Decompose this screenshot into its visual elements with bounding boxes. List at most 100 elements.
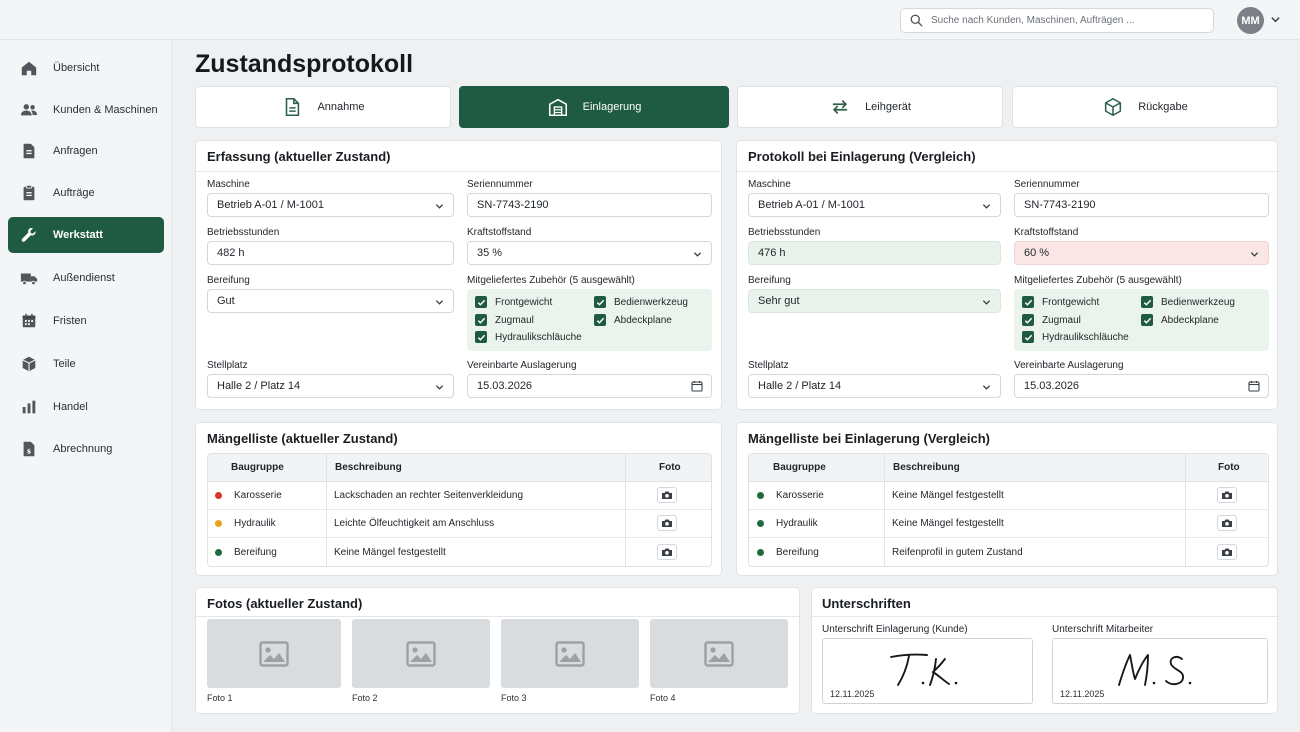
auslagerung-date-field[interactable]: 15.03.2026 bbox=[467, 374, 712, 398]
stellplatz-label: Stellplatz bbox=[748, 360, 789, 371]
auslagerung-date-field[interactable]: 15.03.2026 bbox=[1014, 374, 1269, 398]
signature-pad-employee[interactable]: 12.11.2025 bbox=[1052, 638, 1268, 704]
sidebar-item-aussendienst[interactable]: Außendienst bbox=[8, 260, 164, 296]
status-dot bbox=[215, 549, 222, 556]
page-title: Zustandsprotokoll bbox=[195, 50, 414, 78]
checkbox-hydraulikschlaeuche[interactable]: Hydraulikschläuche bbox=[475, 331, 582, 343]
sidebar-item-anfragen[interactable]: Anfragen bbox=[8, 133, 164, 169]
sidebar-item-abrechnung[interactable]: $ Abrechnung bbox=[8, 431, 164, 467]
home-icon bbox=[21, 61, 37, 76]
bereifung-select[interactable]: Sehr gut bbox=[748, 289, 1001, 313]
chevron-down-icon bbox=[435, 385, 444, 390]
checkbox-hydraulikschlaeuche[interactable]: Hydraulikschläuche bbox=[1022, 331, 1129, 343]
sidebar-item-uebersicht[interactable]: Übersicht bbox=[8, 50, 164, 86]
sidebar-item-kunden[interactable]: Kunden & Maschinen bbox=[8, 92, 164, 128]
sidebar-item-werkstatt[interactable]: Werkstatt bbox=[8, 217, 164, 253]
seriennummer-field[interactable]: SN-7743-2190 bbox=[1014, 193, 1269, 217]
photo-thumbnail[interactable] bbox=[501, 619, 639, 688]
checkbox-abdeckplane[interactable]: Abdeckplane bbox=[594, 314, 672, 326]
checkbox-zugmaul[interactable]: Zugmaul bbox=[1022, 314, 1081, 326]
table-row[interactable]: Hydraulik Keine Mängel festgestellt bbox=[749, 510, 1268, 538]
defects-table: Baugruppe Beschreibung Foto Karosserie K… bbox=[748, 453, 1269, 567]
checkbox-bedienwerkzeug[interactable]: Bedienwerkzeug bbox=[594, 296, 688, 308]
checkbox-check-icon bbox=[1022, 314, 1034, 326]
camera-icon[interactable] bbox=[1217, 544, 1237, 560]
checkbox-bedienwerkzeug[interactable]: Bedienwerkzeug bbox=[1141, 296, 1235, 308]
photo-caption: Foto 1 bbox=[207, 693, 233, 703]
swap-icon bbox=[832, 100, 848, 114]
column-header: Foto bbox=[1218, 462, 1240, 473]
table-row[interactable]: Hydraulik Leichte Ölfeuchtigkeit am Ansc… bbox=[208, 510, 711, 538]
search-input[interactable]: Suche nach Kunden, Maschinen, Aufträgen … bbox=[900, 8, 1214, 33]
tab-label: Annahme bbox=[317, 101, 365, 113]
zubehoer-checkbox-group: Frontgewicht Bedienwerkzeug Zugmaul Abde… bbox=[1014, 289, 1269, 351]
sidebar-item-handel[interactable]: Handel bbox=[8, 389, 164, 425]
checkbox-abdeckplane[interactable]: Abdeckplane bbox=[1141, 314, 1219, 326]
betriebsstunden-field[interactable]: 482 h bbox=[207, 241, 454, 265]
camera-icon[interactable] bbox=[657, 487, 677, 503]
document-icon bbox=[286, 97, 300, 117]
tab-annahme[interactable]: Annahme bbox=[195, 86, 451, 128]
user-avatar[interactable]: MM bbox=[1237, 7, 1264, 34]
photo-thumbnail[interactable] bbox=[207, 619, 341, 688]
signature-pad-customer[interactable]: 12.11.2025 bbox=[822, 638, 1033, 704]
sidebar-item-label: Handel bbox=[53, 401, 88, 413]
stellplatz-label: Stellplatz bbox=[207, 360, 248, 371]
panel-title: Fotos (aktueller Zustand) bbox=[207, 596, 363, 611]
column-header: Foto bbox=[659, 462, 681, 473]
panel-title: Unterschriften bbox=[822, 596, 911, 611]
checkbox-check-icon bbox=[594, 314, 606, 326]
betriebsstunden-field[interactable]: 476 h bbox=[748, 241, 1001, 265]
kraftstoff-label: Kraftstoffstand bbox=[467, 227, 532, 238]
chevron-down-icon[interactable] bbox=[1270, 14, 1281, 25]
calendar-icon[interactable] bbox=[1248, 380, 1260, 392]
table-row[interactable]: Karosserie Lackschaden an rechter Seiten… bbox=[208, 482, 711, 510]
sidebar-item-auftraege[interactable]: Aufträge bbox=[8, 175, 164, 211]
signature-employee-drawing bbox=[1118, 654, 1192, 686]
calendar-icon bbox=[22, 313, 36, 328]
auslagerung-label: Vereinbarte Auslagerung bbox=[1014, 360, 1124, 371]
sidebar-item-fristen[interactable]: Fristen bbox=[8, 303, 164, 339]
tab-rueckgabe[interactable]: Rückgabe bbox=[1012, 86, 1278, 128]
tab-leihgeraet[interactable]: Leihgerät bbox=[737, 86, 1003, 128]
table-row[interactable]: Bereifung Reifenprofil in gutem Zustand bbox=[749, 539, 1268, 566]
image-placeholder-icon bbox=[406, 640, 436, 667]
tab-einlagerung[interactable]: Einlagerung bbox=[459, 86, 729, 128]
bereifung-label: Bereifung bbox=[748, 275, 791, 286]
camera-icon[interactable] bbox=[657, 515, 677, 531]
checkbox-zugmaul[interactable]: Zugmaul bbox=[475, 314, 534, 326]
panel-title: Mängelliste (aktueller Zustand) bbox=[207, 431, 398, 446]
maschine-select[interactable]: Betrieb A-01 / M-1001 bbox=[207, 193, 454, 217]
stellplatz-select[interactable]: Halle 2 / Platz 14 bbox=[207, 374, 454, 398]
seriennummer-field[interactable]: SN-7743-2190 bbox=[467, 193, 712, 217]
kraftstoff-select[interactable]: 35 % bbox=[467, 241, 712, 265]
checkbox-frontgewicht[interactable]: Frontgewicht bbox=[475, 296, 552, 308]
chevron-down-icon bbox=[982, 204, 991, 209]
sidebar-item-label: Aufträge bbox=[53, 187, 95, 199]
camera-icon[interactable] bbox=[1217, 515, 1237, 531]
checkbox-check-icon bbox=[475, 314, 487, 326]
table-row[interactable]: Bereifung Keine Mängel festgestellt bbox=[208, 539, 711, 566]
table-row[interactable]: Karosserie Keine Mängel festgestellt bbox=[749, 482, 1268, 510]
sidebar-item-label: Werkstatt bbox=[53, 229, 103, 241]
bereifung-select[interactable]: Gut bbox=[207, 289, 454, 313]
photo-thumbnail[interactable] bbox=[650, 619, 788, 688]
zubehoer-label: Mitgeliefertes Zubehör (5 ausgewählt) bbox=[1014, 275, 1182, 286]
photo-caption: Foto 3 bbox=[501, 693, 527, 703]
camera-icon[interactable] bbox=[1217, 487, 1237, 503]
calendar-icon[interactable] bbox=[691, 380, 703, 392]
column-header: Beschreibung bbox=[893, 462, 960, 473]
maschine-select[interactable]: Betrieb A-01 / M-1001 bbox=[748, 193, 1001, 217]
checkbox-frontgewicht[interactable]: Frontgewicht bbox=[1022, 296, 1099, 308]
sidebar-item-label: Anfragen bbox=[53, 145, 98, 157]
image-placeholder-icon bbox=[555, 640, 585, 667]
wrench-icon bbox=[21, 227, 36, 242]
kraftstoff-select[interactable]: 60 % bbox=[1014, 241, 1269, 265]
photo-caption: Foto 4 bbox=[650, 693, 676, 703]
camera-icon[interactable] bbox=[657, 544, 677, 560]
stellplatz-select[interactable]: Halle 2 / Platz 14 bbox=[748, 374, 1001, 398]
sidebar-item-teile[interactable]: Teile bbox=[8, 346, 164, 382]
users-icon bbox=[20, 104, 38, 116]
photo-thumbnail[interactable] bbox=[352, 619, 490, 688]
column-header: Baugruppe bbox=[231, 462, 284, 473]
